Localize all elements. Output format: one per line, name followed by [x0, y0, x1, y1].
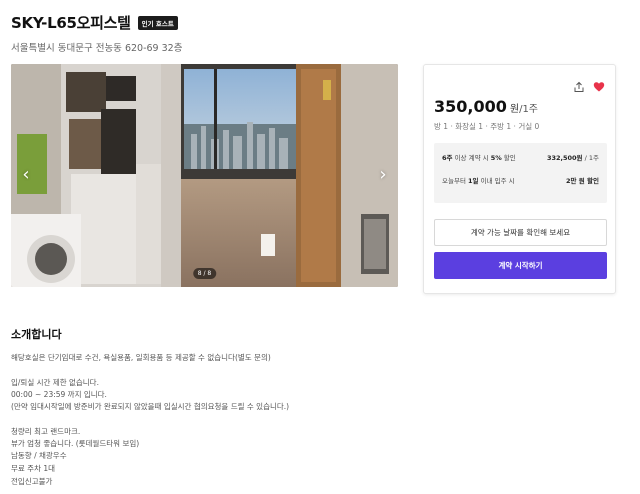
move-in-discount-row: 오늘부터 1일 이내 입주 시 2만 원 할인	[442, 175, 599, 185]
intro-heading: 소개합니다	[11, 328, 62, 341]
intro-line: 무료 주차 1대	[11, 464, 56, 473]
intro-line: 입/퇴실 시간 제한 없습니다.	[11, 378, 99, 387]
intro-line: 남동향 / 채광우수	[11, 451, 67, 460]
long-stay-discount-label: 6주 이상 계약 시 5% 할인	[442, 154, 516, 162]
intro-line: 청량리 최고 랜드마크.	[11, 427, 81, 436]
intro-line: 전입신고불가	[11, 477, 53, 486]
weekly-price: 350,000	[434, 97, 507, 116]
photo-counter: 8 / 8	[192, 268, 217, 279]
popular-host-badge: 인기 호스트	[137, 15, 178, 30]
discount-box: 6주 이상 계약 시 5% 할인 332,500원 / 1주 오늘부터 1일 이…	[434, 143, 607, 203]
room-photo	[11, 64, 398, 287]
intro-line: 뷰가 엄청 좋습니다. (롯데월드타워 보임)	[11, 439, 140, 448]
price-currency: 원	[509, 104, 520, 115]
intro-line: 00:00 ~ 23:59 까지 입니다.	[11, 390, 107, 399]
listing-title: SKY-L65오피스텔	[11, 14, 131, 32]
price-row: 350,000 원 /1주	[434, 97, 538, 116]
listing-address: 서울특별시 동대문구 전농동 620-69 32층	[11, 43, 183, 54]
title-row: SKY-L65오피스텔 인기 호스트	[11, 12, 178, 33]
share-icon[interactable]	[573, 81, 585, 93]
room-summary: 방 1 · 화장실 1 · 주방 1 · 거실 0	[434, 122, 540, 131]
intro-line: (만약 임대시작일에 방준비가 완료되지 않았을때 입실시간 협의요청을 드릴 …	[11, 402, 290, 411]
check-dates-button[interactable]: 계약 가능 날짜를 확인해 보세요	[434, 219, 607, 246]
chevron-left-icon[interactable]: ‹	[16, 165, 36, 185]
long-stay-discount-value: 332,500원 / 1주	[546, 154, 599, 162]
heart-icon[interactable]	[593, 81, 605, 93]
chevron-right-icon[interactable]: ›	[373, 165, 393, 185]
move-in-discount-label: 오늘부터 1일 이내 입주 시	[442, 177, 515, 185]
start-contract-button[interactable]: 계약 시작하기	[434, 252, 607, 279]
intro-line: 해당호실은 단기임대로 수건, 욕실용품, 일회용품 등 제공할 수 없습니다(…	[11, 353, 271, 362]
long-stay-discount-row: 6주 이상 계약 시 5% 할인 332,500원 / 1주	[442, 152, 599, 162]
move-in-discount-value: 2만 원 할인	[566, 177, 599, 185]
photo-gallery[interactable]: ‹ › 8 / 8	[11, 64, 398, 287]
booking-card: 350,000 원 /1주 방 1 · 화장실 1 · 주방 1 · 거실 0 …	[423, 64, 616, 294]
price-period: /1주	[519, 104, 539, 115]
